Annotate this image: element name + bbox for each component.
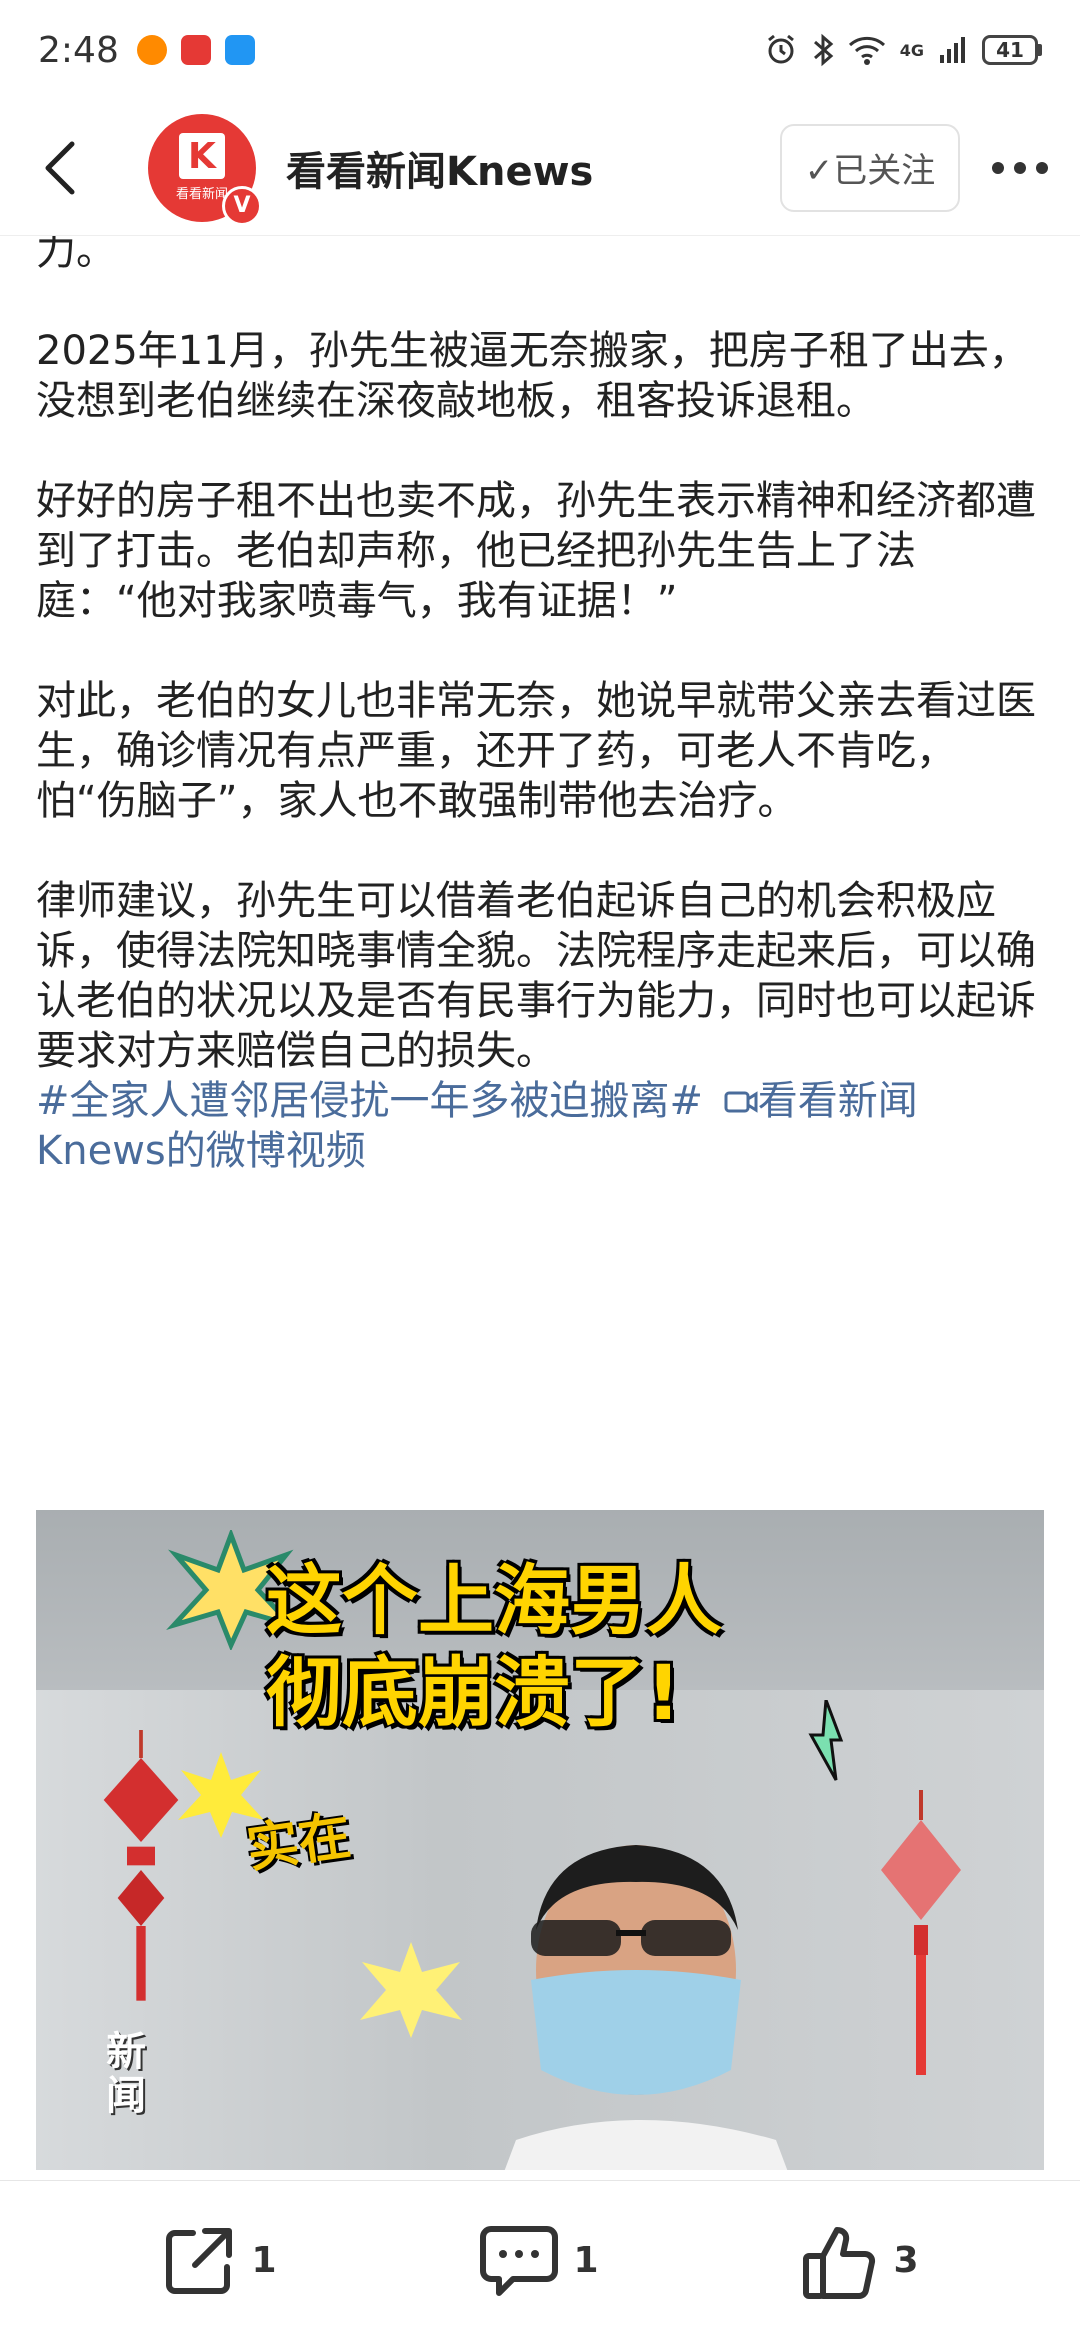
exclamation-icon xyxy=(808,1700,844,1781)
alarm-icon xyxy=(767,34,794,64)
comment-button[interactable]: 1 xyxy=(479,2223,599,2299)
chinese-knot-icon xyxy=(103,1730,179,2001)
signal-icon xyxy=(940,37,965,63)
action-bar: 1 1 3 xyxy=(0,2180,1080,2340)
article-paragraph: 律师建议，孙先生可以借着老伯起诉自己的机会积极应诉，使得法院知晓事情全貌。法院程… xyxy=(36,878,1036,1074)
notification-icons xyxy=(136,35,255,65)
battery-level: 41 xyxy=(982,35,1038,65)
account-name[interactable]: 看看新闻Knews xyxy=(286,139,593,197)
wifi-icon xyxy=(848,36,885,65)
article-paragraph: 好好的房子租不出也卖不成，孙先生表示精神和经济都遭到了打击。老伯却声称，他已经把… xyxy=(36,478,1036,624)
video-headline: 这个上海男人 彻底崩溃了! xyxy=(266,1555,722,1739)
more-dot-icon xyxy=(1014,161,1026,174)
account-avatar[interactable]: K 看看新闻 V xyxy=(148,113,262,226)
video-caption: 实在 xyxy=(243,1806,355,1880)
video-icon xyxy=(724,1091,758,1113)
battery-icon: 41 xyxy=(982,35,1042,65)
article-paragraph: 2025年11月，孙先生被逼无奈搬家，把房子租了出去，没想到老伯继续在深夜敲地板… xyxy=(36,328,1029,424)
headline-line: 这个上海男人 xyxy=(266,1556,722,1645)
video-watermark: 新闻 xyxy=(106,2029,146,2119)
repost-button[interactable]: 1 xyxy=(161,2223,277,2299)
status-indicators: 4G 41 xyxy=(764,33,1042,67)
burst-icon xyxy=(360,1942,462,2038)
chinese-knot-icon xyxy=(881,1790,961,2075)
more-dot-icon xyxy=(992,161,1004,174)
message-app-icon xyxy=(224,35,255,65)
news-app-icon xyxy=(180,35,211,65)
person-image xyxy=(504,1845,788,2170)
back-button[interactable] xyxy=(0,100,120,236)
like-button[interactable]: 3 xyxy=(801,2222,919,2300)
knews-logo-icon: K xyxy=(179,133,225,179)
repost-count: 1 xyxy=(251,2240,277,2281)
verified-badge: V xyxy=(222,185,262,226)
more-options-button[interactable] xyxy=(960,100,1080,236)
like-count: 3 xyxy=(893,2240,919,2281)
weibo-app-icon xyxy=(136,35,167,65)
video-player[interactable]: 这个上海男人 彻底崩溃了! 实在 新闻 xyxy=(36,1510,1044,2170)
follow-button[interactable]: ✓已关注 xyxy=(780,123,960,212)
thumbs-up-icon xyxy=(803,2226,876,2299)
comment-count: 1 xyxy=(573,2240,599,2281)
headline-line: 彻底崩溃了! xyxy=(266,1648,681,1737)
comment-icon xyxy=(480,2225,559,2296)
chevron-left-icon xyxy=(45,141,75,194)
network-type: 4G xyxy=(899,40,924,60)
post-body: 力。 2025年11月，孙先生被逼无奈搬家，把房子租了出去，没想到老伯继续在深夜… xyxy=(36,228,1046,1176)
hashtag-line: #全家人遭邻居侵扰一年多被迫搬离# 看看新闻Knews的微博视频 xyxy=(36,1076,1046,1176)
share-icon xyxy=(166,2227,233,2294)
more-dot-icon xyxy=(1036,161,1048,174)
avatar-label: 看看新闻 xyxy=(175,187,228,202)
bluetooth-icon xyxy=(813,33,834,67)
post-header: K 看看新闻 V 看看新闻Knews ✓已关注 xyxy=(0,100,1080,236)
hashtag-link[interactable]: #全家人遭邻居侵扰一年多被迫搬离# xyxy=(36,1078,703,1124)
status-bar: 2:48 4G 41 xyxy=(0,0,1080,100)
status-time: 2:48 xyxy=(38,29,119,71)
article-paragraph: 对此，老伯的女儿也非常无奈，她说早就带父亲去看过医生，确诊情况有点严重，还开了药… xyxy=(36,678,1036,824)
